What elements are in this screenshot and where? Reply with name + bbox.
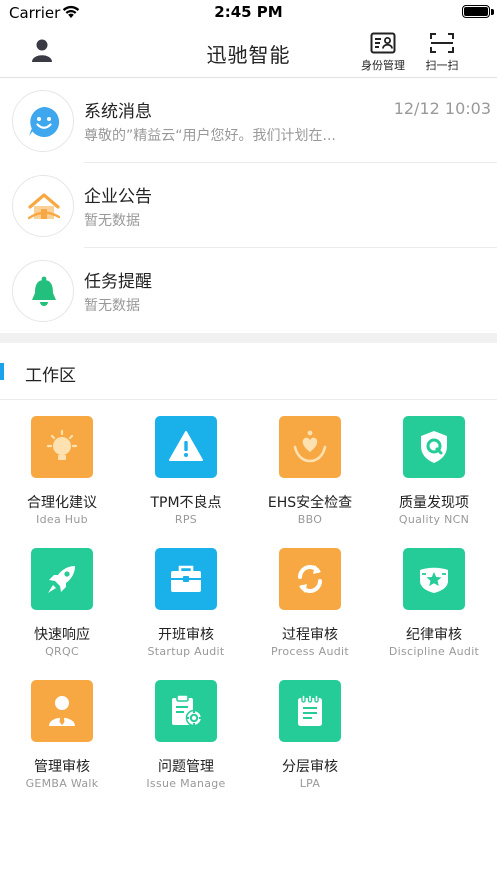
- status-time: 2:45 PM: [214, 3, 283, 21]
- tile-icon-bg: [155, 416, 217, 478]
- tile-sublabel: QRQC: [45, 645, 79, 658]
- message-item-system[interactable]: 系统消息 尊敬的”精益云“用户您好。我们计划在... 12/12 10:03: [0, 78, 497, 163]
- tile-sublabel: Issue Manage: [146, 777, 226, 790]
- icare-hands-icon: [293, 430, 327, 463]
- tile-label: 开班审核: [158, 627, 214, 643]
- battery-icon: [462, 5, 490, 18]
- tile-sublabel: Process Audit: [271, 645, 349, 658]
- message-title: 任务提醒: [84, 272, 152, 292]
- message-preview: 暂无数据: [84, 213, 140, 229]
- scan-icon: [430, 33, 454, 53]
- house-icon: [27, 193, 61, 220]
- tile-label: 质量发现项: [399, 495, 469, 511]
- tile-process-audit[interactable]: 过程审核 Process Audit: [248, 532, 372, 664]
- tile-label: 管理审核: [34, 759, 90, 775]
- tile-sublabel: RPS: [174, 513, 198, 526]
- lightbulb-icon: [46, 429, 78, 460]
- workspace-header: 工作区: [0, 343, 497, 400]
- id-card-icon: [370, 32, 396, 54]
- tile-icon-bg: [31, 680, 93, 742]
- quality-shield-icon: [421, 431, 447, 463]
- tile-sublabel: Quality NCN: [398, 513, 470, 526]
- tile-ehs-bbo[interactable]: EHS安全检查 BBO: [248, 400, 372, 532]
- tile-sublabel: Startup Audit: [147, 645, 225, 658]
- tile-icon-bg: [403, 416, 465, 478]
- nav-bar: 迅驰智能 身份管理 扫一扫: [0, 26, 497, 78]
- status-bar: Carrier 2:45 PM: [0, 0, 497, 26]
- notepad-icon: [298, 694, 322, 726]
- scan-button[interactable]: 扫一扫: [412, 32, 472, 76]
- clipboard-gear-icon: [172, 694, 203, 727]
- tile-icon-bg: [279, 416, 341, 478]
- message-title: 系统消息: [84, 102, 152, 122]
- tile-startup-audit[interactable]: 开班审核 Startup Audit: [124, 532, 248, 664]
- section-accent-bar: [0, 363, 4, 380]
- warning-icon: [169, 431, 203, 461]
- message-preview: 尊敬的”精益云“用户您好。我们计划在...: [84, 128, 336, 144]
- tile-sublabel: BBO: [297, 513, 323, 526]
- tile-label: EHS安全检查: [267, 495, 353, 511]
- message-list: 系统消息 尊敬的”精益云“用户您好。我们计划在... 12/12 10:03 企…: [0, 78, 497, 333]
- tile-discipline-audit[interactable]: 纪律审核 Discipline Audit: [372, 532, 496, 664]
- tile-idea-hub[interactable]: 合理化建议 Idea Hub: [0, 400, 124, 532]
- tile-lpa[interactable]: 分层审核 LPA: [248, 664, 372, 796]
- tile-sublabel: LPA: [299, 777, 321, 790]
- tile-sublabel: Discipline Audit: [388, 645, 480, 658]
- identity-management-button[interactable]: 身份管理: [353, 32, 413, 76]
- toolbox-icon: [171, 565, 201, 592]
- tile-label: 快速响应: [34, 627, 90, 643]
- tile-icon-bg: [403, 548, 465, 610]
- message-title: 企业公告: [84, 187, 152, 207]
- tile-icon-bg: [155, 548, 217, 610]
- rocket-icon: [48, 566, 75, 593]
- tile-label: 纪律审核: [406, 627, 462, 643]
- tile-icon-bg: [279, 680, 341, 742]
- identity-management-label: 身份管理: [361, 59, 405, 72]
- tile-label: 分层审核: [282, 759, 338, 775]
- message-time: 12/12 10:03: [393, 99, 491, 118]
- tile-tpm-rps[interactable]: TPM不良点 RPS: [124, 400, 248, 532]
- message-item-announcement[interactable]: 企业公告 暂无数据: [0, 163, 497, 248]
- tile-sublabel: GEMBA Walk: [25, 777, 99, 790]
- tile-label: TPM不良点: [150, 495, 222, 511]
- tile-qrqc[interactable]: 快速响应 QRQC: [0, 532, 124, 664]
- message-icon-container: [12, 175, 74, 237]
- message-icon-container: [12, 260, 74, 322]
- tile-icon-bg: [279, 548, 341, 610]
- tile-label: 问题管理: [158, 759, 214, 775]
- bell-icon: [32, 276, 56, 306]
- message-icon-container: [12, 90, 74, 152]
- tile-icon-bg: [31, 416, 93, 478]
- tile-label: 过程审核: [282, 627, 338, 643]
- tile-sublabel: Idea Hub: [36, 513, 88, 526]
- tile-gemba-walk[interactable]: 管理审核 GEMBA Walk: [0, 664, 124, 796]
- battery-tip: [491, 9, 494, 15]
- message-preview: 暂无数据: [84, 298, 140, 314]
- scan-label: 扫一扫: [425, 59, 459, 72]
- message-item-task[interactable]: 任务提醒 暂无数据: [0, 248, 497, 333]
- tile-issue-manage[interactable]: 问题管理 Issue Manage: [124, 664, 248, 796]
- workspace-title: 工作区: [25, 366, 76, 386]
- tile-icon-bg: [31, 548, 93, 610]
- chat-smile-icon: [29, 106, 60, 137]
- tile-icon-bg: [155, 680, 217, 742]
- manager-icon: [49, 696, 75, 726]
- tile-quality-ncn[interactable]: 质量发现项 Quality NCN: [372, 400, 496, 532]
- tile-label: 合理化建议: [27, 495, 97, 511]
- refresh-icon: [298, 565, 322, 593]
- badge-star-icon: [420, 567, 448, 593]
- section-separator: [0, 333, 497, 343]
